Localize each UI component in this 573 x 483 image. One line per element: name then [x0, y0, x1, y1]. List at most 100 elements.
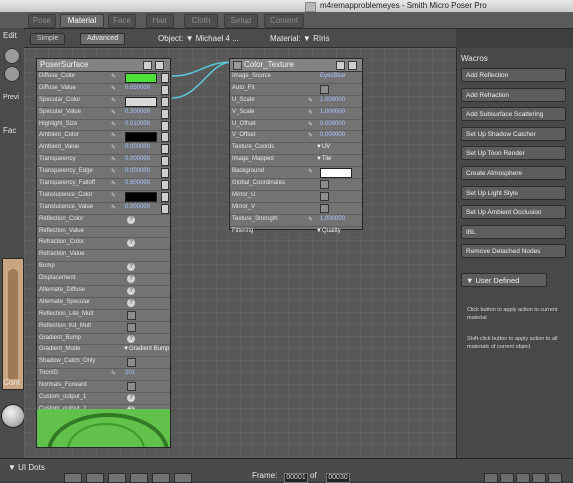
param-row[interactable]: Global_Coordinates	[230, 179, 362, 191]
edit-icon[interactable]: ✎	[308, 97, 313, 104]
dropdown-value[interactable]: ▼UV	[316, 144, 330, 150]
options-button[interactable]	[548, 473, 562, 483]
frame-current[interactable]: 00001	[284, 473, 308, 483]
edit-icon[interactable]: ✎	[308, 109, 313, 116]
tab-face[interactable]: Face	[108, 14, 136, 28]
param-row[interactable]: V_Offset ✎ 0.000000	[230, 131, 362, 144]
param-row[interactable]: Specular_Value ✎ 0.300000	[37, 108, 170, 120]
edit-icon[interactable]: ✎	[111, 132, 116, 139]
color-swatch[interactable]	[125, 191, 157, 202]
step-forward-button[interactable]	[152, 473, 170, 483]
param-row[interactable]: V_Scale ✎ 1.000000	[230, 108, 362, 120]
wacro-button[interactable]: Add Refraction	[461, 87, 566, 102]
color-swatch[interactable]	[320, 168, 352, 179]
user-defined-button[interactable]: ▼ User Defined	[461, 273, 547, 287]
wacro-button[interactable]: Set Up Ambient Occlusion	[461, 205, 566, 220]
param-row[interactable]: Gradient_Bump?	[37, 334, 170, 346]
edit-icon[interactable]: ✎	[111, 97, 116, 104]
param-row[interactable]: Image_Source EyesBlue	[230, 72, 362, 84]
param-value[interactable]: 0.000000	[320, 121, 345, 127]
checkbox[interactable]	[127, 358, 136, 368]
help-icon[interactable]: ?	[127, 298, 135, 307]
param-value[interactable]: 0.000000	[125, 168, 150, 174]
help-icon[interactable]: ?	[127, 394, 135, 403]
ui-dots-label[interactable]: ▼ UI Dots	[8, 463, 45, 472]
param-value[interactable]: 0.600000	[125, 180, 150, 186]
help-icon[interactable]: ?	[127, 263, 135, 272]
param-value[interactable]: 0.000000	[320, 132, 345, 138]
node-collapse-icon[interactable]	[155, 61, 164, 70]
param-row[interactable]: Transparency_Edge ✎ 0.000000	[37, 167, 170, 180]
wacro-button[interactable]: Set Up Light Style	[461, 185, 566, 200]
material-selector[interactable]: Material: ▼ RIris	[270, 34, 330, 43]
param-row[interactable]: Reflection_Value	[37, 227, 170, 239]
dropdown-value[interactable]: ▼Tile	[316, 156, 331, 162]
color-texture-node[interactable]: Color_Texture Image_Source EyesBlue Auto_F…	[229, 58, 363, 239]
edit-icon[interactable]: ✎	[308, 121, 313, 128]
param-value[interactable]: 0.850000	[125, 85, 150, 91]
keyframe-prev-button[interactable]	[484, 473, 498, 483]
edit-icon[interactable]: ✎	[111, 85, 116, 92]
param-value[interactable]: 1.000000	[320, 216, 345, 222]
param-row[interactable]: Transparency ✎ 0.000000	[37, 155, 170, 168]
edit-icon[interactable]: ✎	[111, 370, 116, 377]
edit-icon[interactable]: ✎	[308, 132, 313, 139]
input-plug-icon[interactable]	[161, 180, 169, 191]
stop-button[interactable]	[108, 473, 126, 483]
input-plug-icon[interactable]	[161, 203, 169, 214]
param-row[interactable]: Texture_Strength ✎ 1.000000	[230, 215, 362, 227]
help-icon[interactable]: ?	[127, 334, 135, 343]
keyframe-button[interactable]	[500, 473, 514, 483]
edit-icon[interactable]: ✎	[111, 109, 116, 116]
help-icon[interactable]: ?	[127, 275, 135, 284]
tab-setup[interactable]: Setup	[224, 14, 258, 28]
edit-tool-icon[interactable]	[4, 48, 20, 64]
param-value[interactable]: 1.000000	[320, 109, 345, 115]
checkbox[interactable]	[127, 382, 136, 392]
param-row[interactable]: Reflection_Color?	[37, 215, 170, 227]
param-row[interactable]: Diffuse_Color ✎	[37, 72, 170, 84]
param-row[interactable]: Refraction_Color?	[37, 238, 170, 251]
play-button[interactable]	[130, 473, 148, 483]
tab-pose[interactable]: Pose	[28, 14, 56, 28]
param-value[interactable]: 0.300000	[125, 109, 150, 115]
param-value[interactable]: 0.000000	[125, 156, 150, 162]
input-plug-icon[interactable]	[161, 73, 169, 83]
input-plug-icon[interactable]	[161, 191, 169, 202]
param-row[interactable]: Gradient_Mode ▼Gradient Bump	[37, 345, 170, 358]
param-row[interactable]: Texture_Coords ▼UV	[230, 143, 362, 156]
color-swatch[interactable]	[125, 96, 157, 107]
shader-canvas[interactable]: PoserSurface Diffuse_Color ✎ Diffuse_Value…	[24, 48, 456, 458]
param-value[interactable]: 0.000000	[125, 144, 150, 150]
wacro-button[interactable]: Create Atmosphere	[461, 166, 566, 180]
help-icon[interactable]: ?	[127, 287, 135, 296]
param-row[interactable]: Custom_output_1?	[37, 393, 170, 405]
param-row[interactable]: Background ✎	[230, 167, 362, 180]
wacro-button[interactable]: Add Subsurface Scattering	[461, 107, 566, 122]
texture-node-icon[interactable]	[233, 61, 242, 70]
input-plug-icon[interactable]	[161, 156, 169, 167]
edit-icon[interactable]: ✎	[111, 144, 116, 151]
param-row[interactable]: ToonID ✎ 201	[37, 369, 170, 382]
param-row[interactable]: Shadow_Catch_Only	[37, 357, 170, 370]
poser-surface-header[interactable]: PoserSurface	[37, 59, 170, 72]
param-row[interactable]: Image_Mapped ▼Tile	[230, 155, 362, 168]
loop-button[interactable]	[532, 473, 546, 483]
param-row[interactable]: Refraction_Value	[37, 250, 170, 263]
select-tool-icon[interactable]	[4, 66, 20, 82]
input-plug-icon[interactable]	[161, 108, 169, 119]
param-row[interactable]: Transparency_Falloff ✎ 0.600000	[37, 179, 170, 191]
node-collapse-icon[interactable]	[348, 61, 357, 70]
help-icon[interactable]: ?	[127, 239, 135, 248]
tab-cloth[interactable]: Cloth	[184, 14, 218, 28]
advanced-tab[interactable]: Advanced	[80, 33, 126, 45]
edit-icon[interactable]: ✎	[308, 168, 313, 175]
param-value[interactable]: 0.010000	[125, 121, 150, 127]
checkbox[interactable]	[320, 84, 329, 94]
wacro-button[interactable]: Remove Detached Nodes	[461, 244, 566, 259]
param-row[interactable]: Bump?	[37, 262, 170, 275]
step-back-button[interactable]	[86, 473, 104, 483]
param-row[interactable]: U_Scale ✎ 1.000000	[230, 96, 362, 108]
param-row[interactable]: Specular_Color ✎	[37, 96, 170, 108]
checkbox[interactable]	[320, 180, 329, 190]
